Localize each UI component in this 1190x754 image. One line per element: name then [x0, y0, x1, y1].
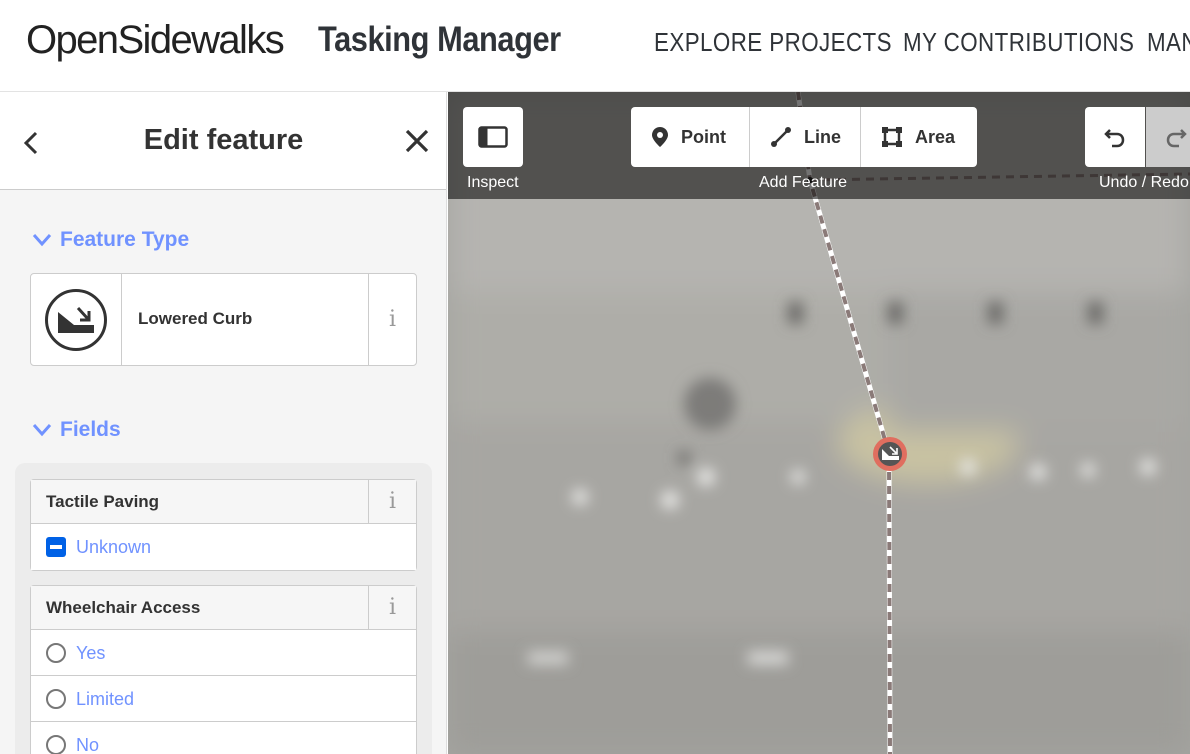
- add-line-button[interactable]: Line: [750, 107, 861, 167]
- opensidewalks-logo[interactable]: OpenSidewalks: [26, 16, 285, 64]
- map-canvas[interactable]: Inspect Point Line Area Add Feature Undo…: [448, 92, 1190, 754]
- radio-button[interactable]: [46, 735, 66, 754]
- preset-icon-box: [31, 274, 122, 365]
- option-label: No: [76, 735, 100, 754]
- line-icon: [771, 127, 791, 147]
- radio-button[interactable]: [46, 689, 66, 709]
- radio-option-no[interactable]: No: [31, 722, 416, 754]
- area-icon: [882, 127, 902, 147]
- option-label: Yes: [76, 643, 106, 663]
- logo-text: OpenSidewalks: [26, 18, 285, 62]
- preset-name: Lowered Curb: [138, 309, 253, 328]
- point-pin-icon: [652, 127, 668, 147]
- add-feature-label: Add Feature: [759, 174, 848, 191]
- nav-my-contributions[interactable]: MY CONTRIBUTIONS: [903, 26, 1134, 58]
- lowered-curb-icon: [45, 288, 107, 351]
- chevron-down-icon: [32, 424, 52, 437]
- line-label: Line: [804, 126, 842, 147]
- info-icon: i: [388, 307, 397, 332]
- checkbox-option[interactable]: Unknown: [31, 524, 416, 570]
- fields-toggle[interactable]: Fields: [32, 418, 121, 442]
- sidebar-title: Edit feature: [143, 124, 304, 156]
- field-label: Tactile Paving: [46, 492, 160, 511]
- area-label: Area: [915, 126, 956, 147]
- sidebar-toggle-icon: [478, 126, 508, 148]
- inspect-button[interactable]: [463, 107, 523, 167]
- close-icon: [405, 129, 429, 153]
- top-header: OpenSidewalks Tasking Manager EXPLORE PR…: [0, 0, 1190, 92]
- preset-selector[interactable]: Lowered Curb i: [30, 273, 417, 366]
- point-label: Point: [681, 126, 726, 147]
- sidebar-header: Edit feature: [0, 92, 446, 190]
- field-info-button[interactable]: i: [368, 480, 416, 523]
- edit-feature-sidebar: Edit feature Feature Type Lowered Curb i…: [0, 92, 447, 754]
- field-label-row: Wheelchair Access i: [31, 586, 416, 630]
- info-icon: i: [388, 595, 397, 620]
- add-point-button[interactable]: Point: [631, 107, 750, 167]
- redo-icon: [1166, 129, 1187, 148]
- inspect-label: Inspect: [467, 174, 519, 191]
- feature-type-heading: Feature Type: [60, 228, 190, 251]
- undo-redo-label: Undo / Redo: [1099, 174, 1189, 191]
- option-label: Unknown: [76, 537, 152, 557]
- add-area-button[interactable]: Area: [861, 107, 977, 167]
- field-info-button[interactable]: i: [368, 586, 416, 629]
- field-label: Wheelchair Access: [46, 598, 201, 617]
- nav-explore-projects[interactable]: EXPLORE PROJECTS: [654, 26, 892, 58]
- redo-button[interactable]: [1146, 107, 1190, 167]
- close-button[interactable]: [404, 128, 432, 156]
- option-label: Limited: [76, 689, 135, 709]
- radio-option-yes[interactable]: Yes: [31, 630, 416, 676]
- undo-icon: [1104, 129, 1125, 148]
- feature-type-toggle[interactable]: Feature Type: [32, 228, 189, 252]
- radio-option-limited[interactable]: Limited: [31, 676, 416, 722]
- app-title: Tasking Manager: [318, 20, 561, 59]
- radio-button[interactable]: [46, 643, 66, 663]
- undo-button[interactable]: [1085, 107, 1145, 167]
- chevron-down-icon: [32, 234, 52, 247]
- nav-manage[interactable]: MAN: [1147, 26, 1190, 58]
- field-wheelchair-access: Wheelchair Access i Yes Limited No: [30, 585, 417, 754]
- field-tactile-paving: Tactile Paving i Unknown: [30, 479, 417, 571]
- info-icon: i: [388, 489, 397, 514]
- indeterminate-checkbox[interactable]: [46, 537, 66, 557]
- field-label-row: Tactile Paving i: [31, 480, 416, 524]
- preset-info-button[interactable]: i: [368, 274, 416, 365]
- fields-heading: Fields: [60, 418, 121, 441]
